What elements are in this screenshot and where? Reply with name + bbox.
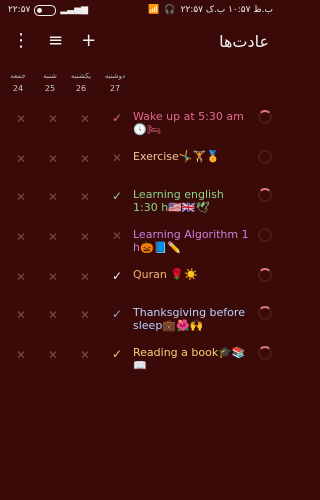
day-label: جمعه [10, 72, 26, 80]
signal-icon: ▂▃▅▆ [60, 5, 89, 15]
day-cell[interactable]: ✕ [44, 306, 62, 324]
day-date: 26 [75, 84, 87, 93]
day-date: 27 [109, 84, 121, 93]
check-icon[interactable]: ✓ [109, 110, 125, 126]
day-date: 24 [12, 84, 24, 93]
day-cell[interactable]: ✕ [12, 228, 30, 246]
day-cell[interactable]: ✕ [76, 346, 94, 364]
day-cell[interactable]: ✕ [12, 188, 30, 206]
day-cell[interactable]: ✕ [12, 110, 30, 128]
day-header: شنبه 25 [36, 72, 64, 93]
habit-name[interactable]: Thanksgiving before sleep💼🌺🙌 [133, 306, 251, 332]
day-label: یکشنبه [70, 72, 92, 80]
day-cell[interactable]: ✕ [76, 150, 94, 168]
app-actions: ⋮ ≡ + [12, 32, 96, 50]
app-bar: ⋮ ≡ + عادت‌ها [0, 20, 281, 62]
day-cell[interactable]: ✕ [76, 268, 94, 286]
check-icon[interactable]: ✓ [109, 188, 125, 204]
day-label: شنبه [43, 72, 57, 80]
habit-name[interactable]: Exercise🤸‍♂️🏋️🏅 [133, 150, 251, 163]
habit-name[interactable]: Reading a book🎓📚📖 [133, 346, 251, 372]
day-header: جمعه 24 [4, 72, 32, 93]
close-icon[interactable]: ✕ [109, 150, 125, 166]
day-cell[interactable]: ✕ [44, 228, 62, 246]
progress-ring [258, 268, 272, 282]
progress-ring [258, 346, 272, 360]
headphones-icon: 🎧 [164, 5, 176, 15]
day-cell[interactable]: ✕ [44, 150, 62, 168]
habit-name[interactable]: Learning Algorithm 1 h🎃📘✏️ [133, 228, 251, 254]
status-time-left: ۲۲:۵۷ [8, 5, 31, 15]
day-cell[interactable]: ✕ [12, 150, 30, 168]
status-bar: ۲۲:۵۷ ▂▃▅▆ 📶 🎧 ۲۲:۵۷ ب.ظ ۱۰:۵۷ ب.ک [0, 0, 281, 20]
status-time-right: ۲۲:۵۷ ب.ظ ۱۰:۵۷ ب.ک [180, 5, 273, 15]
progress-ring [258, 228, 272, 242]
day-date: 25 [44, 84, 56, 93]
more-vert-icon[interactable]: ⋮ [12, 32, 30, 50]
day-cell[interactable]: ✕ [44, 268, 62, 286]
day-cell[interactable]: ✕ [12, 268, 30, 286]
progress-ring [258, 110, 272, 124]
day-cell[interactable]: ✕ [76, 306, 94, 324]
day-cell[interactable]: ✕ [12, 306, 30, 324]
habit-name[interactable]: Wake up at 5:30 am🕔🛏 [133, 110, 251, 136]
check-icon[interactable]: ✓ [109, 306, 125, 322]
progress-ring [258, 188, 272, 202]
day-header: دوشنبه 27 [101, 72, 129, 93]
check-icon[interactable]: ✓ [109, 268, 125, 284]
day-cell[interactable]: ✕ [76, 228, 94, 246]
filter-icon[interactable]: ≡ [48, 32, 63, 50]
status-right: 📶 🎧 ۲۲:۵۷ ب.ظ ۱۰:۵۷ ب.ک [148, 5, 273, 15]
status-left: ۲۲:۵۷ ▂▃▅▆ [8, 4, 89, 16]
progress-ring [258, 306, 272, 320]
habit-name[interactable]: Learning english 1:30 h🇺🇸🇬🇧🕊 [133, 188, 251, 214]
day-cell[interactable]: ✕ [44, 188, 62, 206]
day-header: یکشنبه 26 [67, 72, 95, 93]
battery-icon [34, 4, 57, 16]
day-cell[interactable]: ✕ [12, 346, 30, 364]
day-cell[interactable]: ✕ [44, 110, 62, 128]
plus-icon[interactable]: + [81, 32, 96, 50]
day-label: دوشنبه [104, 72, 126, 80]
habit-name[interactable]: Quran 🌹☀️ [133, 268, 251, 281]
progress-ring [258, 150, 272, 164]
day-cell[interactable]: ✕ [76, 188, 94, 206]
wifi-icon: 📶 [148, 5, 160, 15]
close-icon[interactable]: ✕ [109, 228, 125, 244]
check-icon[interactable]: ✓ [109, 346, 125, 362]
page-title: عادت‌ها [219, 31, 269, 51]
day-cell[interactable]: ✕ [44, 346, 62, 364]
day-cell[interactable]: ✕ [76, 110, 94, 128]
